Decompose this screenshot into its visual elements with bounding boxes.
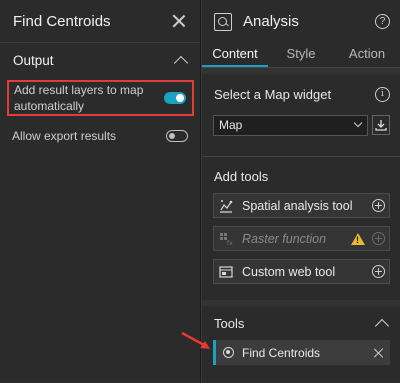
analysis-header: Analysis ?: [202, 0, 400, 43]
import-map-button[interactable]: [372, 115, 390, 135]
spatial-analysis-icon: [220, 199, 233, 213]
raster-function-icon: fx: [220, 232, 233, 246]
map-widget-label-row: Select a Map widget i: [202, 68, 400, 114]
panel-title: Find Centroids: [13, 12, 111, 30]
add-spatial-analysis-tool-button[interactable]: Spatial analysis tool: [213, 193, 390, 218]
download-icon: [375, 120, 387, 131]
tools-section-title: Tools: [214, 315, 245, 331]
chevron-up-icon[interactable]: [173, 55, 189, 70]
add-raster-function-button[interactable]: fx Raster function !: [213, 226, 390, 251]
spatial-analysis-tool-label: Spatial analysis tool: [242, 198, 353, 213]
raster-function-label: Raster function: [242, 231, 327, 246]
add-circle-icon: [372, 199, 385, 212]
tools-section-header[interactable]: Tools: [202, 306, 400, 340]
tab-action[interactable]: Action: [334, 43, 400, 67]
info-icon[interactable]: i: [375, 86, 390, 102]
tool-item-find-centroids[interactable]: Find Centroids: [213, 340, 390, 365]
svg-text:fx: fx: [227, 240, 233, 246]
map-widget-label: Select a Map widget: [214, 86, 332, 102]
output-section-header[interactable]: Output: [0, 43, 200, 77]
allow-export-label: Allow export results: [12, 129, 117, 143]
tab-bar: Content Style Action: [202, 43, 400, 68]
warning-icon: !: [351, 232, 365, 245]
allow-export-option: Allow export results: [7, 126, 194, 146]
analysis-title: Analysis: [243, 13, 299, 30]
custom-web-tool-label: Custom web tool: [242, 264, 336, 279]
settings-panel: Find Centroids Output Add result layers …: [0, 0, 201, 383]
analysis-widget-icon: [214, 12, 232, 31]
chevron-up-icon[interactable]: [374, 318, 390, 333]
find-centroids-icon: [223, 347, 234, 358]
map-widget-select-row: Map: [202, 114, 400, 136]
tab-style[interactable]: Style: [268, 43, 334, 67]
add-result-layers-toggle[interactable]: [164, 92, 186, 104]
annotation-arrow-icon: [181, 331, 210, 349]
remove-tool-icon[interactable]: [374, 348, 384, 358]
allow-export-toggle[interactable]: [166, 130, 188, 142]
output-section-title: Output: [13, 52, 54, 68]
map-widget-selected-value: Map: [219, 118, 243, 132]
tool-item-label: Find Centroids: [242, 345, 321, 360]
chevron-down-icon: [353, 118, 363, 128]
add-result-layers-label: Add result layers to map automatically: [14, 83, 144, 113]
add-custom-web-tool-button[interactable]: Custom web tool: [213, 259, 390, 284]
close-icon[interactable]: [172, 14, 186, 28]
map-widget-select[interactable]: Map: [213, 114, 368, 136]
add-result-layers-option: Add result layers to map automatically: [7, 80, 194, 116]
add-circle-icon: [372, 232, 385, 245]
content-tab-body: Select a Map widget i Map Add tools Spat…: [202, 68, 400, 284]
custom-web-tool-icon: [219, 265, 233, 278]
add-tools-label: Add tools: [214, 169, 269, 184]
add-circle-icon: [372, 265, 385, 278]
help-icon[interactable]: ?: [375, 14, 390, 29]
settings-panel-header: Find Centroids: [0, 0, 200, 43]
tools-section: Tools Find Centroids: [202, 300, 400, 383]
analysis-panel: Analysis ? Content Style Action Select a…: [201, 0, 400, 383]
tab-content[interactable]: Content: [202, 43, 268, 67]
